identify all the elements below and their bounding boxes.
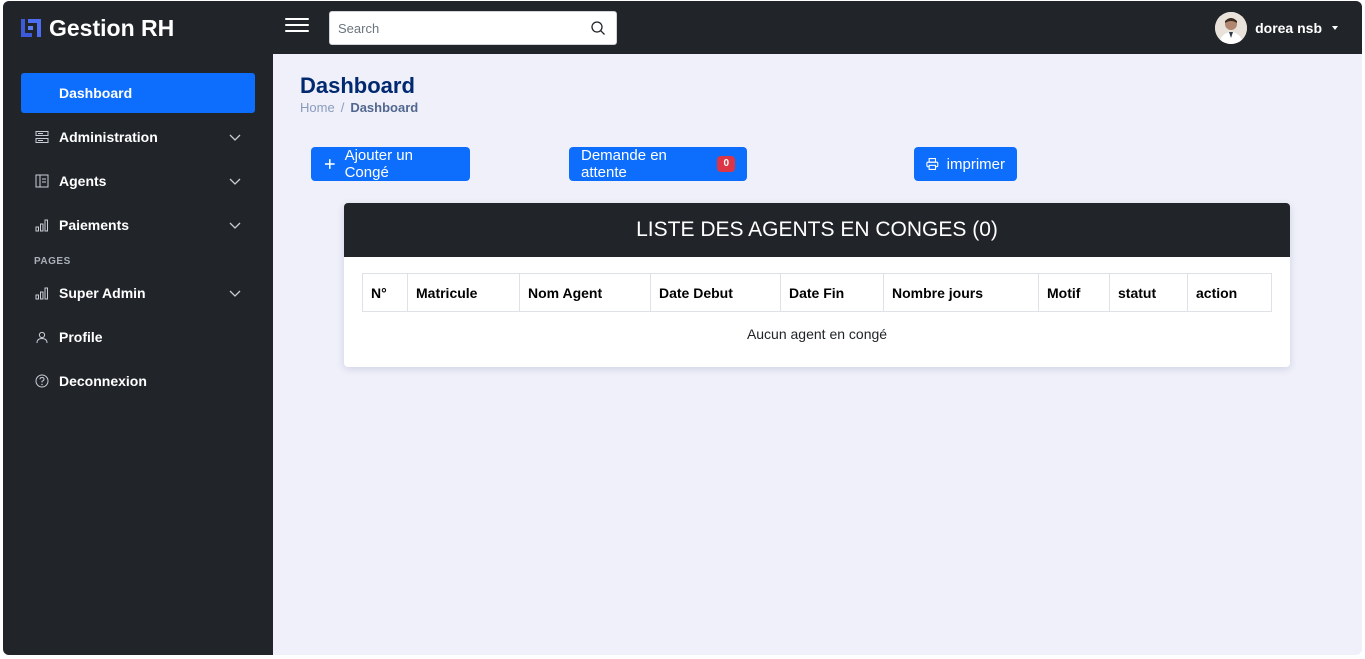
question-circle-icon [35, 374, 49, 388]
menu-toggle-icon[interactable] [285, 14, 309, 38]
column-header[interactable]: Nom Agent [519, 273, 651, 312]
pending-requests-button[interactable]: Demande en attente 0 [569, 147, 747, 181]
sidebar-item-label: Paiements [59, 217, 130, 233]
brand[interactable]: Gestion RH [19, 13, 174, 43]
sidebar-item-label: Dashboard [59, 85, 133, 101]
column-header[interactable]: Date Debut [650, 273, 781, 312]
caret-down-icon [1332, 26, 1338, 30]
bar-chart-icon [35, 287, 48, 300]
column-header[interactable]: Nombre jours [883, 273, 1039, 312]
sidebar-item-label: Deconnexion [59, 373, 147, 389]
add-leave-label: Ajouter un Congé [344, 147, 413, 181]
column-header[interactable]: Matricule [407, 273, 520, 312]
table-row: Aucun agent en congé [363, 312, 1272, 342]
sidebar-item-label: Profile [59, 329, 103, 345]
column-header[interactable]: N° [362, 273, 408, 312]
sidebar-item-dashboard[interactable]: Dashboard [21, 73, 255, 113]
brand-title: Gestion RH [49, 14, 175, 41]
print-label: imprimer [946, 155, 1005, 173]
chevron-down-icon [229, 178, 241, 185]
sidebar-item-deconnexion[interactable]: Deconnexion [21, 361, 255, 401]
page-title: Dashboard [300, 73, 415, 98]
sidebar-item-label: Super Admin [59, 285, 146, 301]
leave-list-card: LISTE DES AGENTS EN CONGES (0) N° Matric… [344, 203, 1290, 367]
pending-requests-label: Demande en attente [581, 147, 667, 181]
chevron-down-icon [229, 134, 241, 141]
chevron-down-icon [229, 222, 241, 229]
user-menu[interactable]: dorea nsb [1215, 11, 1338, 45]
printer-icon [926, 158, 939, 170]
breadcrumb-current: Dashboard [350, 100, 419, 115]
column-header[interactable]: Motif [1038, 273, 1110, 312]
bar-chart-icon [35, 219, 48, 232]
server-icon [35, 131, 49, 143]
sidebar-item-administration[interactable]: Administration [21, 117, 255, 157]
grid-icon [35, 86, 49, 100]
sidebar-item-label: Administration [59, 129, 158, 145]
search-icon[interactable] [590, 20, 606, 36]
search-bar [329, 11, 617, 45]
column-header[interactable]: statut [1109, 273, 1188, 312]
pending-count-badge: 0 [717, 156, 735, 172]
person-icon [36, 331, 48, 344]
breadcrumb: Home / Dashboard [300, 100, 418, 115]
card-title: LISTE DES AGENTS EN CONGES (0) [344, 203, 1290, 257]
sidebar-item-label: Agents [59, 173, 107, 189]
sidebar: Dashboard Administration Agents Paiement… [3, 54, 273, 655]
top-navbar: Gestion RH dorea nsb [3, 1, 1362, 54]
sidebar-item-paiements[interactable]: Paiements [21, 205, 255, 245]
layout-text-icon [35, 174, 49, 188]
empty-message: Aucun agent en congé [746, 326, 888, 342]
user-name: dorea nsb [1255, 20, 1322, 36]
breadcrumb-separator: / [340, 100, 345, 115]
breadcrumb-home[interactable]: Home [300, 100, 335, 115]
sidebar-item-profile[interactable]: Profile [21, 317, 255, 357]
column-header[interactable]: action [1187, 273, 1272, 312]
sidebar-section-heading: PAGES [34, 256, 71, 267]
search-input[interactable] [338, 19, 578, 37]
logo-icon [21, 19, 41, 37]
add-leave-button[interactable]: Ajouter un Congé [311, 147, 470, 181]
sidebar-item-agents[interactable]: Agents [21, 161, 255, 201]
table-header-row: N° Matricule Nom Agent Date Debut Date F… [362, 273, 1272, 312]
plus-icon [324, 159, 335, 169]
sidebar-item-super-admin[interactable]: Super Admin [21, 273, 255, 313]
column-header[interactable]: Date Fin [780, 273, 884, 312]
leave-table: N° Matricule Nom Agent Date Debut Date F… [362, 273, 1272, 342]
print-button[interactable]: imprimer [914, 147, 1017, 181]
avatar [1215, 12, 1248, 44]
app-window: Gestion RH dorea nsb [3, 1, 1362, 655]
chevron-down-icon [229, 290, 241, 297]
